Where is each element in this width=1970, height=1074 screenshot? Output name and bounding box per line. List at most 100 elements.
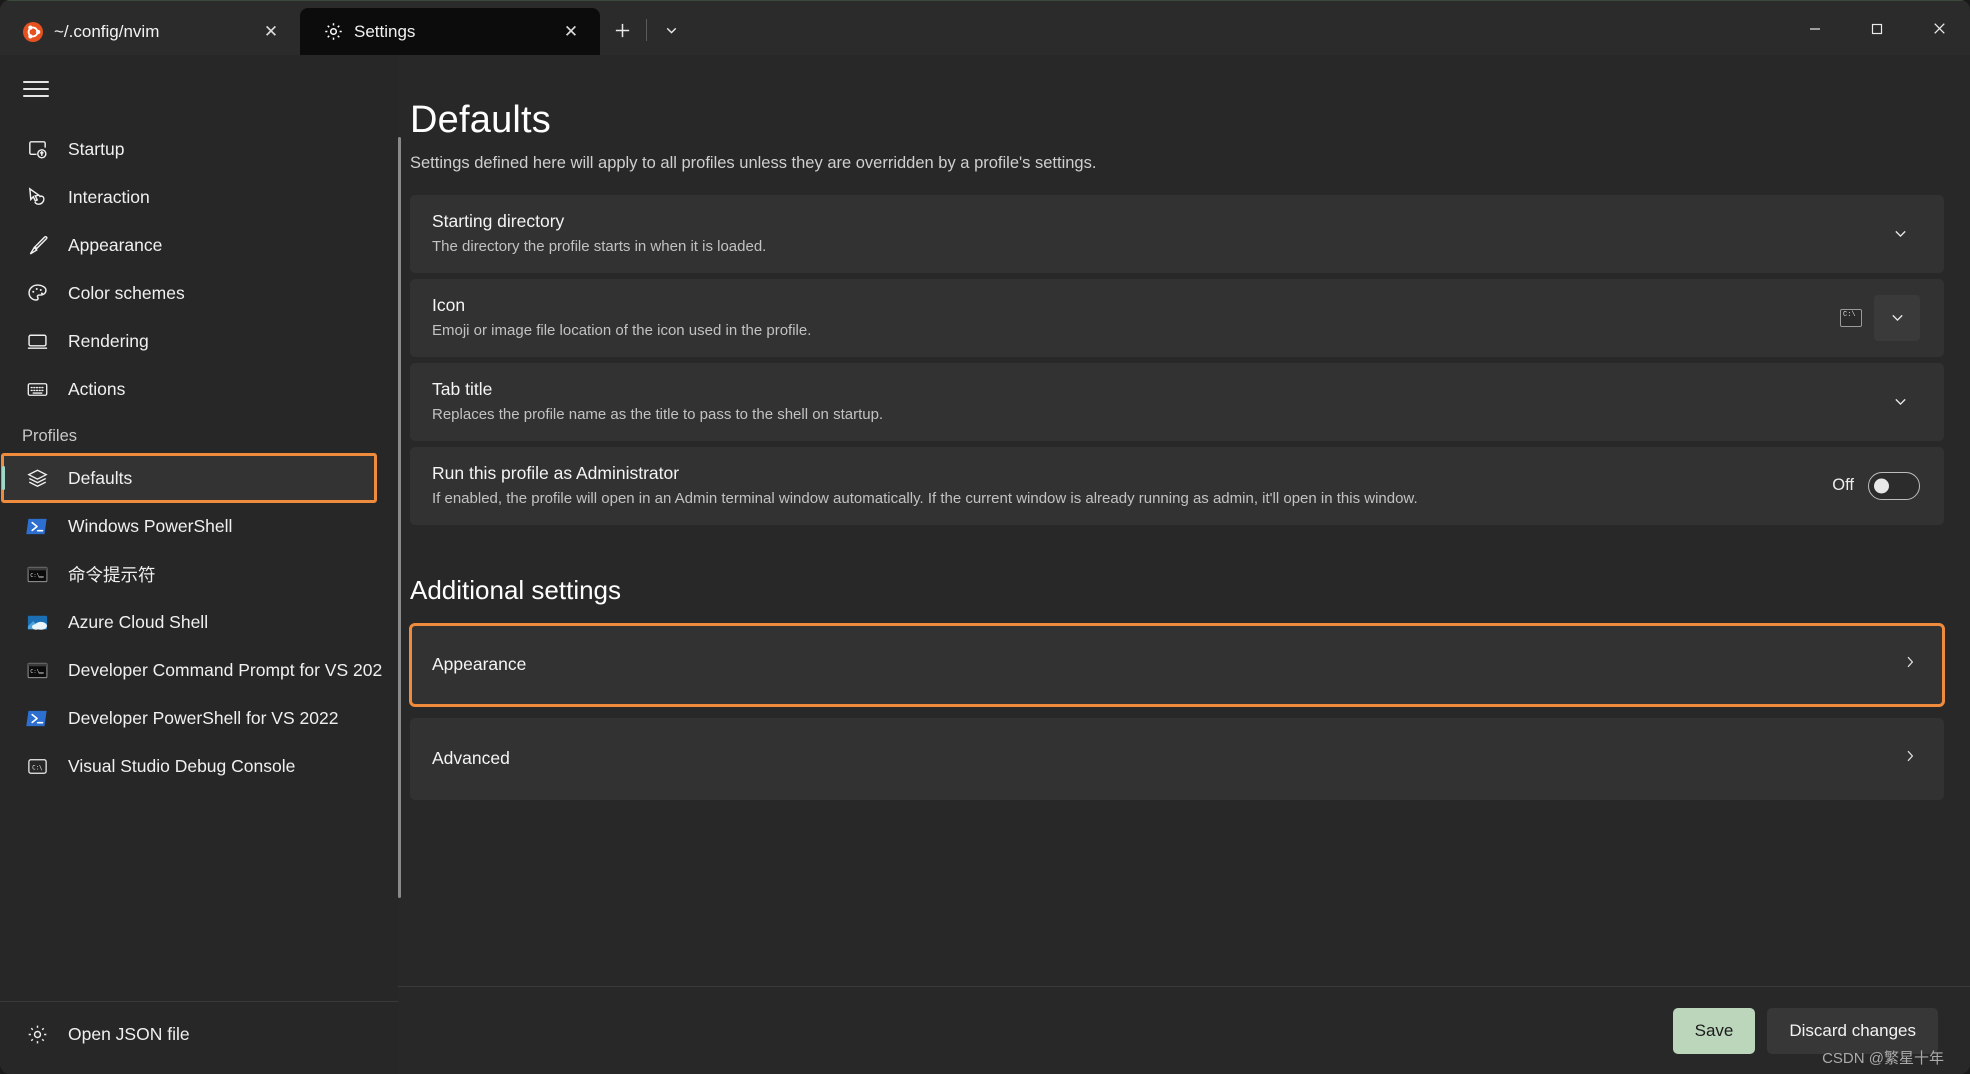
keyboard-icon <box>24 376 50 402</box>
palette-icon <box>24 280 50 306</box>
setting-description: Replaces the profile name as the title t… <box>432 406 884 424</box>
sidebar: Startup Interaction Appearance Color sch… <box>0 55 398 1074</box>
sidebar-item-label: Interaction <box>68 186 150 207</box>
settings-scroll-area: Defaults Settings defined here will appl… <box>398 55 1970 986</box>
chevron-down-icon[interactable] <box>1880 382 1920 422</box>
sidebar-item-visual-studio-debug-console[interactable]: C:\ Visual Studio Debug Console <box>2 742 398 790</box>
setting-title: Tab title <box>432 378 493 399</box>
sidebar-item-label: Windows PowerShell <box>68 515 233 536</box>
chevron-down-icon[interactable] <box>649 11 693 49</box>
gear-icon <box>24 1021 50 1047</box>
setting-run-as-administrator[interactable]: Run this profile as Administrator If ena… <box>410 446 1944 525</box>
gear-icon <box>322 21 344 43</box>
powershell-icon <box>24 705 50 731</box>
setting-title: Icon <box>432 294 466 315</box>
titlebar: ~/.config/nvim ✕ Settings ✕ <box>0 0 1970 55</box>
sidebar-item-interaction[interactable]: Interaction <box>2 173 398 221</box>
sidebar-item-label: Open JSON file <box>68 1023 190 1044</box>
admin-toggle-wrap: Off <box>1832 471 1920 500</box>
scrollbar[interactable] <box>398 137 401 898</box>
sidebar-item-developer-command-prompt[interactable]: C:\ Developer Command Prompt for VS 202 <box>2 646 398 694</box>
sidebar-item-developer-powershell[interactable]: Developer PowerShell for VS 2022 <box>2 694 398 742</box>
card-controls: Off <box>1832 471 1920 500</box>
additional-settings-header: Additional settings <box>410 574 622 605</box>
chevron-right-icon <box>1902 654 1918 675</box>
close-icon[interactable]: ✕ <box>556 17 586 47</box>
tab-label: ~/.config/nvim <box>54 21 160 41</box>
svg-text:C:\: C:\ <box>32 765 43 771</box>
additional-setting-advanced[interactable]: Advanced <box>410 717 1944 800</box>
console-icon: C:\ <box>24 753 50 779</box>
card-controls <box>1880 382 1920 422</box>
sidebar-item-color-schemes[interactable]: Color schemes <box>2 269 398 317</box>
setting-starting-directory[interactable]: Starting directory The directory the pro… <box>410 195 1944 273</box>
sidebar-item-label: 命令提示符 <box>68 564 156 585</box>
tab-strip: ~/.config/nvim ✕ Settings ✕ <box>0 0 693 55</box>
maximize-button[interactable] <box>1846 1 1908 56</box>
sidebar-item-label: Developer Command Prompt for VS 202 <box>68 659 383 680</box>
tab-nvim[interactable]: ~/.config/nvim ✕ <box>0 8 300 55</box>
icon-preview-cmd-icon: C:\ <box>1840 308 1862 327</box>
layers-icon <box>24 465 50 491</box>
terminal-settings-window: ~/.config/nvim ✕ Settings ✕ Startup Inte… <box>0 0 1970 1074</box>
setting-description: If enabled, the profile will open in an … <box>432 490 1418 507</box>
sidebar-item-startup[interactable]: Startup <box>2 125 398 173</box>
sidebar-item-defaults[interactable]: Defaults <box>1 453 377 503</box>
sidebar-item-label: Azure Cloud Shell <box>68 611 209 632</box>
setting-icon[interactable]: Icon Emoji or image file location of the… <box>410 278 1944 357</box>
ubuntu-icon <box>22 21 44 43</box>
sidebar-item-rendering[interactable]: Rendering <box>2 317 398 365</box>
card-controls <box>1880 214 1920 254</box>
tab-settings[interactable]: Settings ✕ <box>300 8 600 55</box>
close-button[interactable] <box>1908 1 1970 56</box>
svg-text:C:\: C:\ <box>30 668 40 674</box>
sidebar-item-open-json-file[interactable]: Open JSON file <box>2 1010 398 1058</box>
cmd-icon: C:\ <box>24 561 50 587</box>
chevron-down-icon[interactable] <box>1874 294 1920 341</box>
powershell-icon <box>24 513 50 539</box>
toolbar-divider <box>646 19 647 41</box>
chevron-down-icon[interactable] <box>1880 214 1920 254</box>
sidebar-item-windows-powershell[interactable]: Windows PowerShell <box>2 502 398 550</box>
card-text: Run this profile as Administrator If ena… <box>432 447 1832 525</box>
setting-description: Emoji or image file location of the icon… <box>432 322 812 340</box>
sidebar-item-label: Appearance <box>68 234 163 255</box>
save-button[interactable]: Save <box>1672 1007 1756 1054</box>
page-title: Defaults <box>410 99 552 141</box>
new-tab-button[interactable] <box>600 11 644 49</box>
card-text: Icon Emoji or image file location of the… <box>432 279 1840 357</box>
close-icon[interactable]: ✕ <box>256 17 286 47</box>
hamburger-menu-button[interactable] <box>12 65 60 113</box>
page-subtitle: Settings defined here will apply to all … <box>410 154 1097 172</box>
discard-changes-button[interactable]: Discard changes <box>1767 1007 1938 1054</box>
sidebar-item-command-prompt[interactable]: C:\ 命令提示符 <box>2 550 398 598</box>
sidebar-item-appearance[interactable]: Appearance <box>2 221 398 269</box>
additional-setting-appearance[interactable]: Appearance <box>409 622 1945 707</box>
minimize-button[interactable] <box>1784 1 1846 56</box>
chevron-right-icon <box>1902 748 1918 769</box>
window-body: Startup Interaction Appearance Color sch… <box>0 55 1970 1074</box>
additional-settings-list: Appearance Advanced <box>398 622 1970 800</box>
new-tab-area <box>600 8 693 55</box>
additional-setting-title: Appearance <box>432 654 527 674</box>
card-text: Starting directory The directory the pro… <box>432 195 1880 273</box>
sidebar-item-actions[interactable]: Actions <box>2 365 398 413</box>
main-content: Defaults Settings defined here will appl… <box>398 55 1970 1074</box>
sidebar-item-azure-cloud-shell[interactable]: Azure Cloud Shell <box>2 598 398 646</box>
sidebar-item-label: Defaults <box>68 467 133 488</box>
tab-label: Settings <box>354 21 416 41</box>
sidebar-item-label: Actions <box>68 378 126 399</box>
sidebar-item-label: Rendering <box>68 330 149 351</box>
setting-description: The directory the profile starts in when… <box>432 238 767 256</box>
sidebar-footer: Open JSON file <box>0 1001 398 1074</box>
admin-toggle[interactable] <box>1868 471 1920 500</box>
cursor-icon <box>24 184 50 210</box>
card-text: Tab title Replaces the profile name as t… <box>432 363 1880 441</box>
additional-setting-title: Advanced <box>432 748 510 768</box>
card-controls: C:\ <box>1840 294 1920 341</box>
sidebar-item-label: Startup <box>68 138 125 159</box>
sidebar-item-label: Color schemes <box>68 282 185 303</box>
toggle-state-label: Off <box>1832 476 1854 495</box>
window-controls <box>1784 1 1970 56</box>
setting-tab-title[interactable]: Tab title Replaces the profile name as t… <box>410 362 1944 441</box>
